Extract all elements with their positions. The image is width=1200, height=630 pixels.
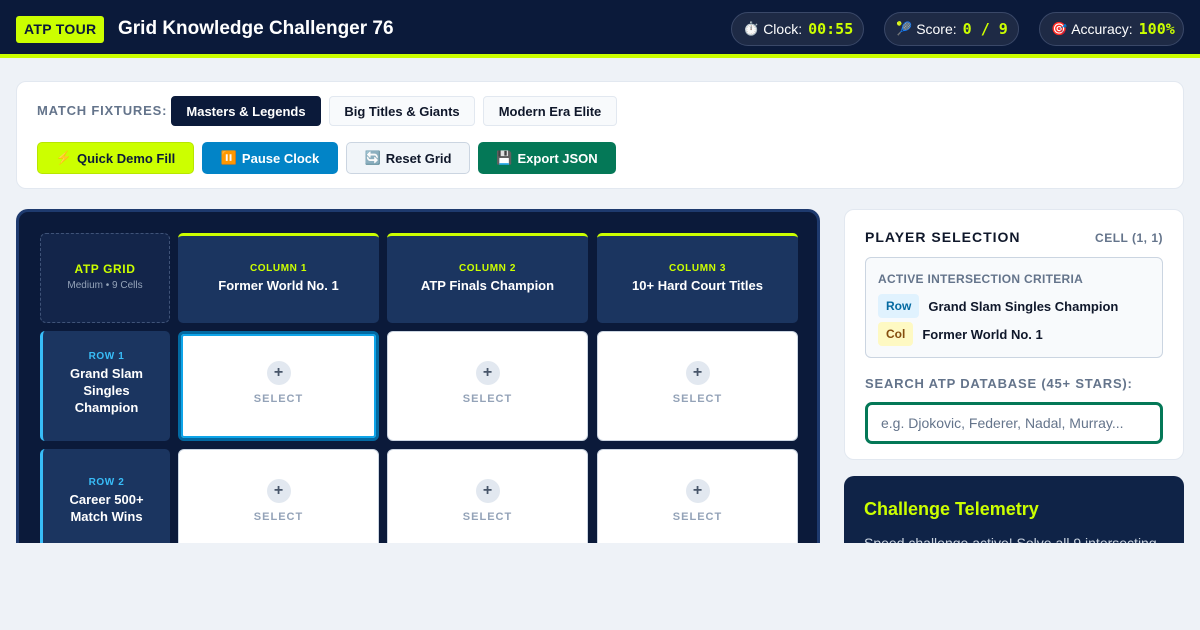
clock-value: 00:55: [808, 20, 854, 38]
telemetry-title: Challenge Telemetry: [864, 499, 1039, 519]
score-label: Score:: [916, 21, 957, 37]
page-title: Grid Knowledge Challenger 76: [118, 18, 394, 39]
plus-icon: +: [266, 479, 291, 503]
column-header-1: COLUMN 1 Former World No. 1: [178, 233, 379, 323]
column-name: Former World No. 1: [218, 278, 339, 293]
criteria-col: Col Former World No. 1: [878, 322, 1043, 346]
export-json-button[interactable]: 💾 Export JSON: [478, 142, 616, 174]
plus-icon: +: [475, 479, 500, 503]
player-selection-panel: PLAYER SELECTION CELL (1, 1) ACTIVE INTE…: [844, 209, 1184, 460]
grid-cell-1-1[interactable]: + SELECT: [178, 331, 379, 441]
brand-badge: ATP TOUR: [16, 16, 105, 43]
reset-grid-label: Reset Grid: [385, 150, 452, 166]
pause-clock-button[interactable]: ⏸️ Pause Clock: [202, 142, 338, 174]
selected-cell-ref: CELL (1, 1): [1095, 231, 1163, 245]
plus-icon: +: [685, 361, 710, 385]
column-name: 10+ Hard Court Titles: [632, 278, 763, 293]
cell-select-label: SELECT: [253, 511, 304, 523]
column-tag: COLUMN 1: [249, 263, 308, 274]
row-name: Grand Slam Singles Champion: [70, 366, 143, 415]
search-label: SEARCH ATP DATABASE (45+ STARS):: [865, 376, 1133, 391]
cell-select-label: SELECT: [462, 393, 513, 405]
tennis-icon: 🎾: [896, 21, 913, 36]
column-name: ATP Finals Champion: [420, 278, 555, 293]
accuracy-pill: 🎯 Accuracy: 100%: [1039, 12, 1184, 46]
row-criteria-value: Grand Slam Singles Champion: [928, 298, 1119, 314]
page-background: [0, 543, 1200, 630]
target-icon: 🎯: [1051, 21, 1068, 36]
app-header: ATP TOUR Grid Knowledge Challenger 76 ⏱️…: [0, 0, 1200, 58]
pause-clock-label: Pause Clock: [241, 150, 320, 166]
quick-demo-fill-label: Quick Demo Fill: [76, 150, 176, 166]
export-json-label: Export JSON: [517, 150, 598, 166]
plus-icon: +: [475, 361, 500, 385]
row-header-1: ROW 1 Grand Slam Singles Champion: [40, 331, 170, 441]
quick-demo-fill-button[interactable]: ⚡ Quick Demo Fill: [37, 142, 194, 174]
fixture-chip-big-titles-giants[interactable]: Big Titles & Giants: [329, 96, 475, 126]
plus-icon: +: [685, 479, 710, 503]
column-header-3: COLUMN 3 10+ Hard Court Titles: [597, 233, 798, 323]
criteria-title: ACTIVE INTERSECTION CRITERIA: [878, 272, 1084, 286]
row-tag: ROW 2: [88, 477, 125, 488]
accuracy-value: 100%: [1138, 20, 1175, 38]
floppy-disk-icon: 💾: [496, 150, 513, 165]
grid-cell-1-3[interactable]: + SELECT: [597, 331, 798, 441]
col-criteria-value: Former World No. 1: [922, 326, 1043, 342]
player-search-input[interactable]: [865, 402, 1163, 444]
grid-cell-1-2[interactable]: + SELECT: [387, 331, 588, 441]
row-criteria-tag: Row: [878, 294, 920, 318]
cell-select-label: SELECT: [462, 511, 513, 523]
lightning-icon: ⚡: [55, 150, 72, 165]
refresh-icon: 🔄: [364, 150, 381, 165]
clock-label: Clock:: [763, 21, 803, 37]
criteria-row: Row Grand Slam Singles Champion: [878, 294, 1118, 318]
row-tag: ROW 1: [88, 351, 125, 362]
column-tag: COLUMN 2: [458, 263, 517, 274]
fixtures-panel: MATCH FIXTURES: Masters & Legends Big Ti…: [16, 81, 1184, 189]
fixtures-label: MATCH FIXTURES:: [37, 103, 168, 118]
cell-select-label: SELECT: [672, 511, 723, 523]
fixture-chip-modern-era-elite[interactable]: Modern Era Elite: [483, 96, 617, 126]
row-name: Career 500+ Match Wins: [69, 492, 144, 524]
column-header-2: COLUMN 2 ATP Finals Champion: [387, 233, 588, 323]
cell-select-label: SELECT: [253, 393, 304, 405]
grid-board: ATP GRID Medium • 9 Cells COLUMN 1 Forme…: [16, 209, 820, 569]
plus-icon: +: [266, 361, 291, 385]
reset-grid-button[interactable]: 🔄 Reset Grid: [346, 142, 470, 174]
player-selection-title: PLAYER SELECTION: [865, 229, 1021, 245]
fixture-chip-masters-legends[interactable]: Masters & Legends: [171, 96, 321, 126]
score-value: 0 / 9: [962, 20, 1008, 38]
stopwatch-icon: ⏱️: [743, 21, 760, 36]
score-pill: 🎾 Score: 0 / 9: [884, 12, 1019, 46]
clock-pill: ⏱️ Clock: 00:55: [731, 12, 864, 46]
criteria-box: ACTIVE INTERSECTION CRITERIA Row Grand S…: [865, 257, 1163, 358]
col-criteria-tag: Col: [878, 322, 914, 346]
grid-corner-subtitle: Medium • 9 Cells: [67, 280, 143, 291]
column-tag: COLUMN 3: [668, 263, 727, 274]
grid-corner: ATP GRID Medium • 9 Cells: [40, 233, 170, 323]
accuracy-label: Accuracy:: [1071, 21, 1133, 37]
grid-corner-title: ATP GRID: [74, 262, 136, 276]
cell-select-label: SELECT: [672, 393, 723, 405]
pause-icon: ⏸️: [220, 150, 237, 165]
